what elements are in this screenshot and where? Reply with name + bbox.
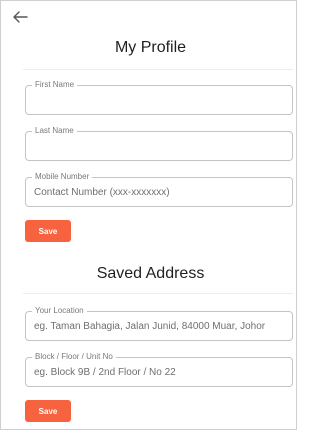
divider [23,293,293,294]
divider [23,69,293,70]
location-field[interactable]: Your Location [25,305,293,341]
block-floor-unit-field[interactable]: Block / Floor / Unit No [25,351,293,387]
section-title: Saved Address [96,265,205,282]
first-name-field[interactable]: First Name [25,79,293,115]
block-floor-unit-input[interactable] [34,358,286,386]
save-profile-button[interactable]: Save [25,220,71,242]
page-title: My Profile [114,39,187,56]
mobile-number-field[interactable]: Mobile Number [25,171,293,207]
back-button[interactable] [11,9,29,25]
profile-page: My Profile First Name Last Name Mobile N… [0,0,297,430]
last-name-input[interactable] [34,132,286,160]
arrow-left-icon [13,11,28,23]
first-name-input[interactable] [34,86,286,114]
last-name-field[interactable]: Last Name [25,125,293,161]
mobile-number-input[interactable] [34,178,286,206]
location-input[interactable] [34,312,286,340]
save-address-button[interactable]: Save [25,400,71,422]
